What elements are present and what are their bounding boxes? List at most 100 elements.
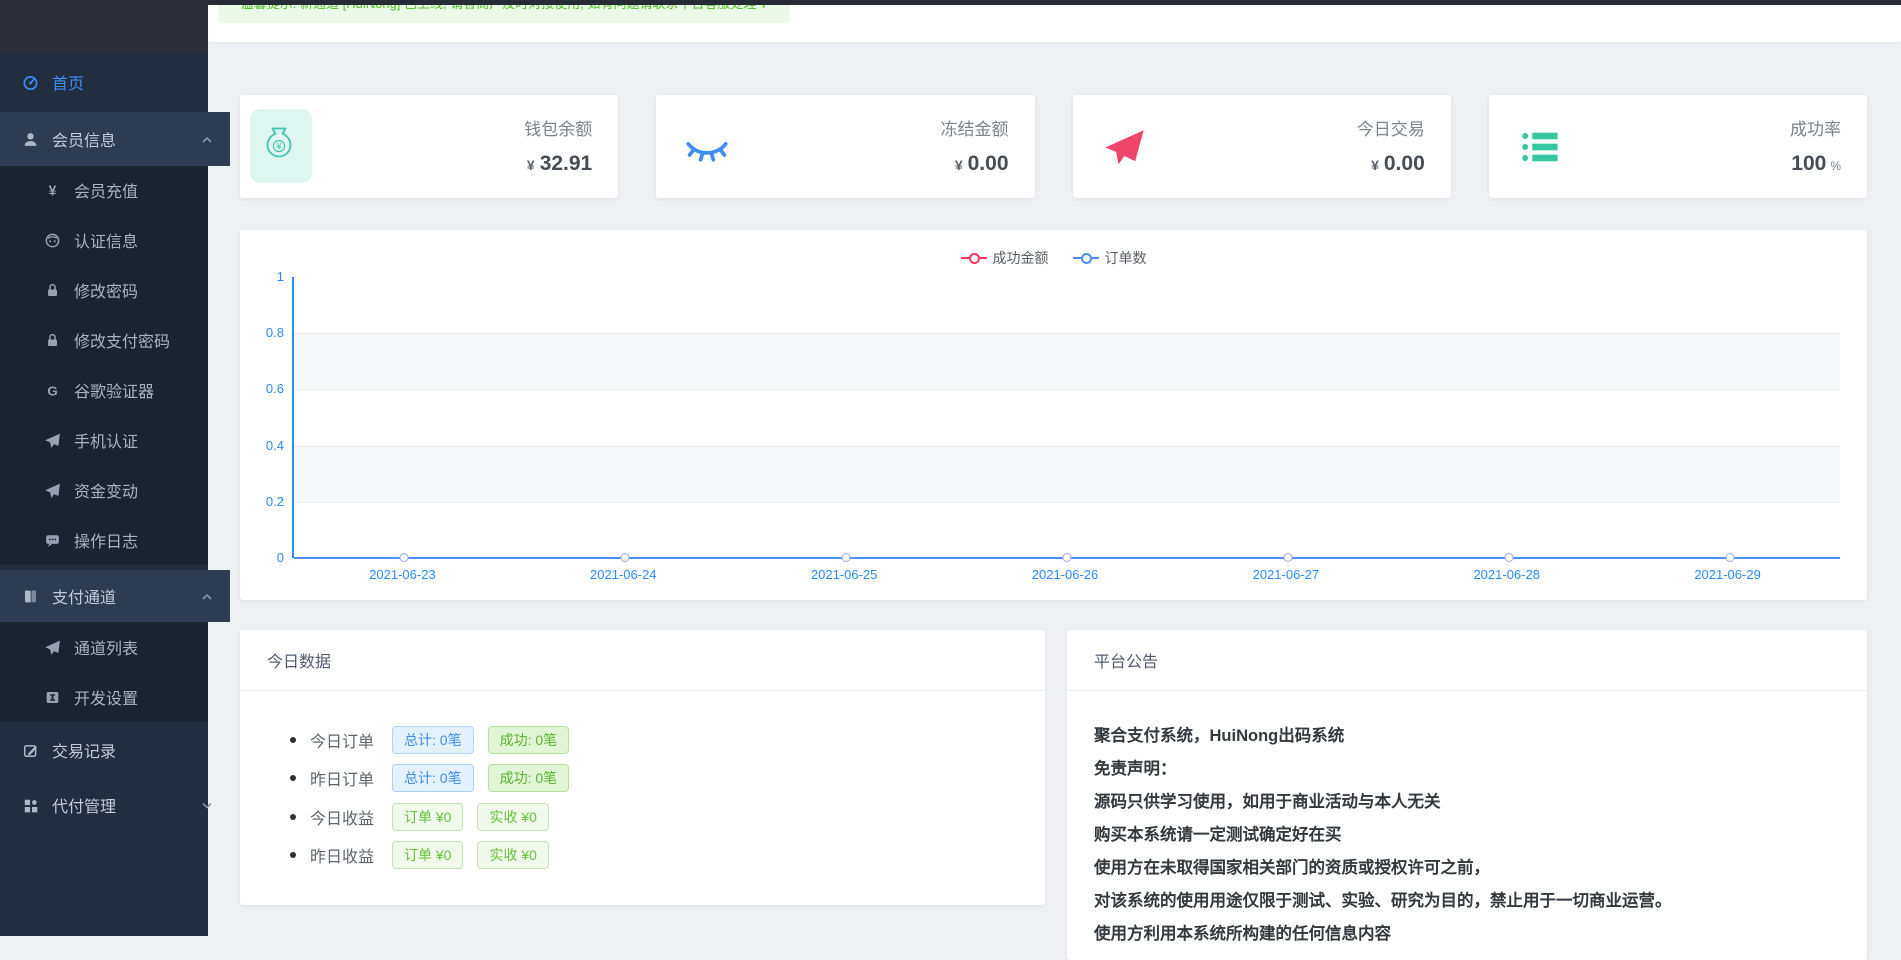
logo-area xyxy=(0,0,208,52)
panel-title: 今日数据 xyxy=(267,648,331,672)
stat-card-today-transactions: 今日交易 ¥0.00 xyxy=(1073,95,1451,198)
book-icon xyxy=(22,588,39,605)
money-bag-icon xyxy=(250,109,312,183)
badge-order-amount: 订单 ¥0 xyxy=(392,803,463,831)
sidebar-section-payout-management[interactable]: 代付管理 xyxy=(0,780,230,830)
today-data-panel: 今日数据 今日订单 总计: 0笔 成功: 0笔 昨日订单 总计: 0笔 成功: … xyxy=(240,630,1045,905)
stat-label: 钱包余额 xyxy=(524,115,592,140)
paper-plane-icon xyxy=(1099,125,1149,169)
notice-line: 使用方利用本系统所构建的任何信息内容 xyxy=(1094,925,1839,943)
yesterday-earnings-row: 昨日收益 订单 ¥0 实收 ¥0 xyxy=(290,841,563,869)
row-label: 今日订单 xyxy=(310,728,392,752)
panel-title: 平台公告 xyxy=(1094,648,1158,672)
sidebar-section-payment-channels[interactable]: 支付通道 xyxy=(0,570,230,622)
sidebar-item-auth-info[interactable]: 认证信息 xyxy=(0,215,252,265)
today-orders-row: 今日订单 总计: 0笔 成功: 0笔 xyxy=(290,726,583,754)
user-icon xyxy=(22,131,39,148)
chart-plot-area xyxy=(292,277,1840,558)
lock-icon xyxy=(44,282,61,299)
chart-legend: 成功金额 订单数 xyxy=(961,248,1147,268)
stat-label: 今日交易 xyxy=(1357,115,1425,140)
platform-notice-panel: 平台公告 聚合支付系统，HuiNong出码系统 免责声明： 源码只供学习使用，如… xyxy=(1067,630,1867,960)
row-label: 今日收益 xyxy=(310,805,392,829)
sidebar-item-home[interactable]: 首页 xyxy=(0,60,230,104)
legend-label: 订单数 xyxy=(1105,248,1147,268)
bullet-icon xyxy=(290,852,296,858)
line-marker-icon xyxy=(1073,252,1099,264)
sidebar-item-phone-auth[interactable]: 手机认证 xyxy=(0,415,252,465)
card-icon xyxy=(44,689,61,706)
sidebar-item-label: 修改支付密码 xyxy=(74,328,170,352)
panel-header: 平台公告 xyxy=(1067,630,1867,691)
sidebar-section-label: 会员信息 xyxy=(52,127,116,151)
notice-line: 聚合支付系统，HuiNong出码系统 xyxy=(1094,727,1839,745)
badge-success: 成功: 0笔 xyxy=(488,726,570,754)
sidebar-section-label: 支付通道 xyxy=(52,584,116,608)
notice-line: 源码只供学习使用，如用于商业活动与本人无关 xyxy=(1094,793,1839,811)
chevron-down-icon xyxy=(200,798,214,812)
bullet-icon xyxy=(290,737,296,743)
sidebar-item-channel-list[interactable]: 通道列表 xyxy=(0,622,252,672)
sidebar-item-operation-log[interactable]: 操作日志 xyxy=(0,515,252,565)
sidebar-item-label: 首页 xyxy=(52,70,84,94)
sidebar-item-label: 开发设置 xyxy=(74,685,138,709)
row-label: 昨日订单 xyxy=(310,766,392,790)
notice-line: 购买本系统请一定测试确定好在买 xyxy=(1094,826,1839,844)
google-icon xyxy=(44,382,61,399)
sidebar-item-label: 手机认证 xyxy=(74,428,138,452)
sidebar-item-transaction-records[interactable]: 交易记录 xyxy=(0,725,230,775)
edit-icon xyxy=(22,742,39,759)
badge-total: 总计: 0笔 xyxy=(392,764,474,792)
badge-order-amount: 订单 ¥0 xyxy=(392,841,463,869)
sidebar-item-google-authenticator[interactable]: 谷歌验证器 xyxy=(0,365,252,415)
sidebar-section-label: 代付管理 xyxy=(52,793,116,817)
sidebar-item-label: 操作日志 xyxy=(74,528,138,552)
sidebar-section-member-info[interactable]: 会员信息 xyxy=(0,112,230,166)
sidebar-item-label: 会员充值 xyxy=(74,178,138,202)
sidebar-item-label: 修改密码 xyxy=(74,278,138,302)
chevron-up-icon xyxy=(200,589,214,603)
lock-icon xyxy=(44,332,61,349)
sidebar-item-member-recharge[interactable]: 会员充值 xyxy=(0,165,252,215)
dashboard-icon xyxy=(22,74,39,91)
badge-received-amount: 实收 ¥0 xyxy=(477,803,548,831)
notice-line: 对该系统的使用用途仅限于测试、实验、研究为目的，禁止用于一切商业运营。 xyxy=(1094,892,1839,910)
send-icon xyxy=(44,639,61,656)
bullet-icon xyxy=(290,775,296,781)
chat-icon xyxy=(44,532,61,549)
id-face-icon xyxy=(44,232,61,249)
stat-value: 100% xyxy=(1790,152,1841,176)
grid-icon xyxy=(22,797,39,814)
sidebar-item-label: 认证信息 xyxy=(74,228,138,252)
eye-closed-icon xyxy=(682,125,732,169)
sidebar-item-change-password[interactable]: 修改密码 xyxy=(0,265,252,315)
stat-cards-row: 钱包余额 ¥32.91 冻结金额 ¥0.00 今日交易 ¥0.00 成功率 10… xyxy=(240,95,1867,198)
sidebar-item-label: 谷歌验证器 xyxy=(74,378,154,402)
stat-label: 冻结金额 xyxy=(941,115,1009,140)
legend-item-success-amount[interactable]: 成功金额 xyxy=(961,248,1049,268)
sidebar-item-dev-settings[interactable]: 开发设置 xyxy=(0,672,252,722)
legend-item-order-count[interactable]: 订单数 xyxy=(1073,248,1147,268)
send-icon xyxy=(44,432,61,449)
stat-card-wallet-balance: 钱包余额 ¥32.91 xyxy=(240,95,618,198)
today-earnings-row: 今日收益 订单 ¥0 实收 ¥0 xyxy=(290,803,563,831)
notice-line: 使用方在未取得国家相关部门的资质或授权许可之前， xyxy=(1094,859,1839,877)
list-icon xyxy=(1515,125,1565,169)
stat-value: ¥32.91 xyxy=(524,152,592,176)
stat-card-frozen-amount: 冻结金额 ¥0.00 xyxy=(656,95,1034,198)
badge-total: 总计: 0笔 xyxy=(392,726,474,754)
top-navbar xyxy=(0,0,1901,5)
bullet-icon xyxy=(290,814,296,820)
badge-success: 成功: 0笔 xyxy=(488,764,570,792)
sidebar-item-label: 资金变动 xyxy=(74,478,138,502)
sidebar-item-fund-changes[interactable]: 资金变动 xyxy=(0,465,252,515)
line-marker-icon xyxy=(961,252,987,264)
orders-chart-panel: 成功金额 订单数 10.80.60.40.202021-06-232021-06… xyxy=(240,230,1867,600)
stat-card-success-rate: 成功率 100% xyxy=(1489,95,1867,198)
send-icon xyxy=(44,482,61,499)
notice-body: 聚合支付系统，HuiNong出码系统 免责声明： 源码只供学习使用，如用于商业活… xyxy=(1067,691,1867,943)
notice-line: 免责声明： xyxy=(1094,760,1839,778)
stat-value: ¥0.00 xyxy=(941,152,1009,176)
sidebar-item-change-pay-password[interactable]: 修改支付密码 xyxy=(0,315,252,365)
stat-label: 成功率 xyxy=(1790,115,1841,140)
